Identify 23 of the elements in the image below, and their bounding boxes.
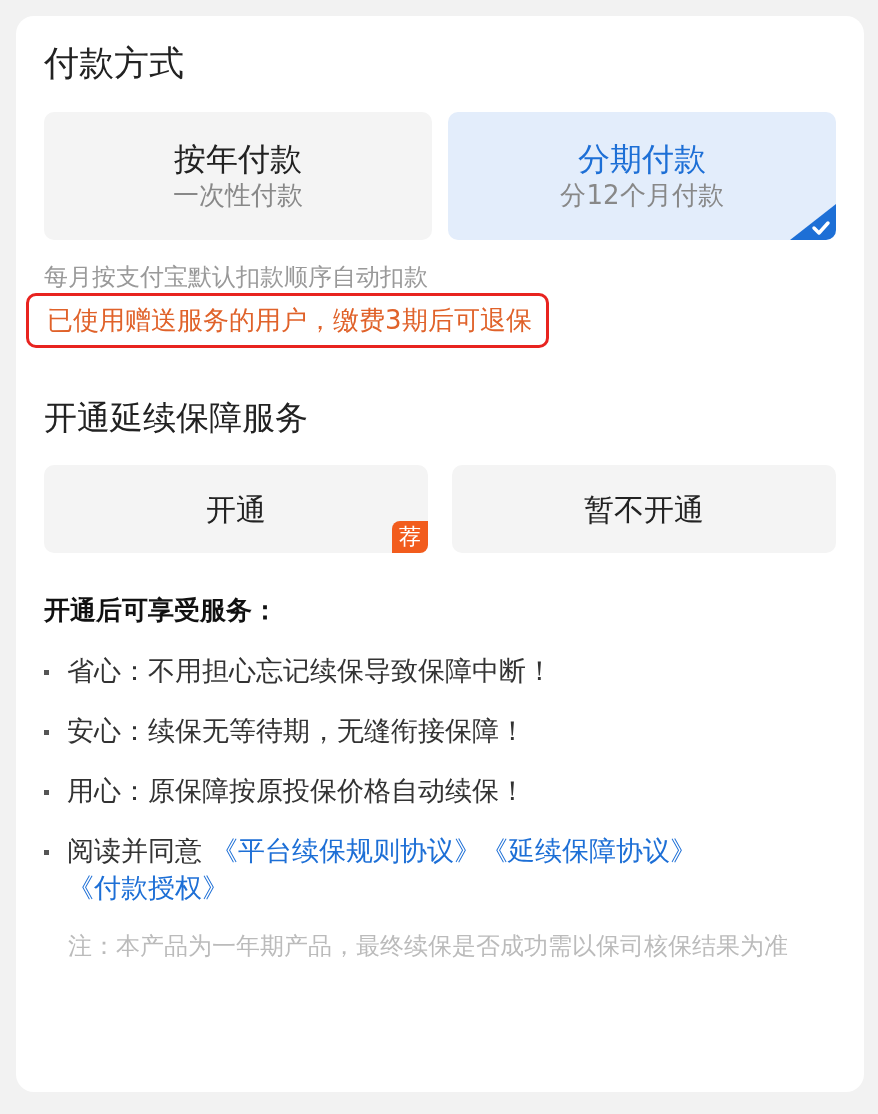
bullet-icon bbox=[44, 670, 49, 676]
option-button[interactable]: 开通 荐 bbox=[44, 465, 428, 554]
check-icon bbox=[790, 204, 836, 240]
benefit-text: 安心：续保无等待期，无缝衔接保障！ bbox=[67, 713, 526, 748]
agreement-link[interactable]: 《延续保障协议》 bbox=[480, 834, 697, 866]
option-button[interactable]: 暂不开通 bbox=[452, 465, 836, 554]
refund-notice: 已使用赠送服务的用户，缴费3期后可退保 bbox=[26, 293, 549, 348]
agreement-link[interactable]: 《付款授权》 bbox=[67, 872, 229, 904]
section-title: 开通延续保障服务 bbox=[44, 397, 309, 438]
bullet-icon bbox=[44, 789, 49, 795]
bullet-icon bbox=[44, 729, 49, 735]
recommend-badge: 荐 bbox=[392, 520, 428, 554]
agreement-text: 阅读并同意 《平台续保规则协议》《延续保障协议》 《付款授权》 bbox=[67, 833, 698, 906]
payment-note: 每月按支付宝默认扣款顺序自动扣款 bbox=[44, 262, 429, 293]
bullet-icon bbox=[44, 849, 49, 855]
section-title: 付款方式 bbox=[44, 42, 185, 84]
footnote: 注：本产品为一年期产品，最终续保是否成功需以保司核保结果为准 bbox=[68, 931, 789, 963]
payment-option[interactable]: 分期付款 分12个月付款 bbox=[448, 112, 836, 240]
benefit-text: 用心：原保障按原投保价格自动续保！ bbox=[67, 773, 526, 808]
benefit-text: 省心：不用担心忘记续保导致保障中断！ bbox=[67, 654, 553, 689]
benefits-title: 开通后可享受服务： bbox=[44, 594, 279, 628]
payment-option[interactable]: 按年付款 一次性付款 bbox=[44, 112, 432, 240]
agreement-link[interactable]: 《平台续保规则协议》 bbox=[210, 834, 481, 866]
